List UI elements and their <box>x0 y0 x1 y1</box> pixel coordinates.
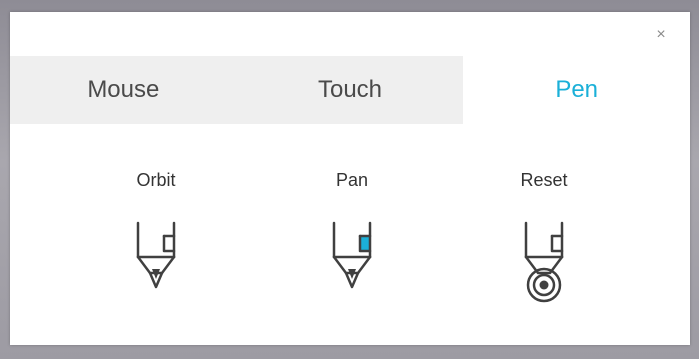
input-mode-tabs: Mouse Touch Pen <box>10 56 691 124</box>
close-button[interactable]: × <box>650 24 672 46</box>
pen-options: Orbit Pan Reset <box>10 124 690 345</box>
option-orbit-label: Orbit <box>136 170 176 190</box>
pen-barrel-button-icon <box>332 221 372 289</box>
close-icon: × <box>656 26 666 43</box>
tab-pen-label: Pen <box>555 76 599 103</box>
tab-pen[interactable]: Pen <box>463 56 691 124</box>
option-reset-label: Reset <box>520 170 568 190</box>
pen-settings-dialog: × Mouse Touch Pen Orbit Pan Reset <box>10 12 691 345</box>
pen-double-tap-icon <box>524 221 564 303</box>
pen-tip-icon <box>136 221 176 289</box>
tab-mouse-label: Mouse <box>87 76 160 103</box>
option-pan-label: Pan <box>335 170 369 190</box>
tab-mouse[interactable]: Mouse <box>10 56 237 124</box>
option-orbit[interactable]: Orbit <box>96 124 216 334</box>
option-pan[interactable]: Pan <box>292 124 412 334</box>
tab-touch[interactable]: Touch <box>237 56 464 124</box>
option-reset[interactable]: Reset <box>484 124 604 334</box>
tab-touch-label: Touch <box>317 76 383 103</box>
